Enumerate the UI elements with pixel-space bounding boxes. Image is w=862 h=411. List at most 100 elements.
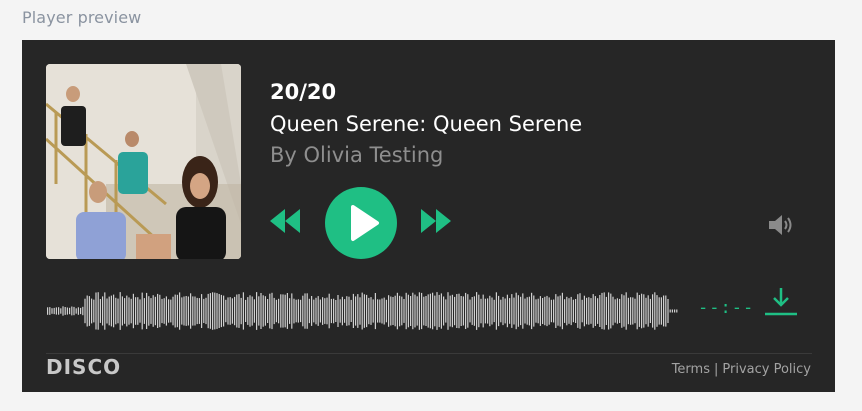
waveform-bar xyxy=(330,298,332,324)
waveform-bar xyxy=(150,298,152,324)
waveform-bar xyxy=(185,296,187,326)
waveform-bar xyxy=(286,293,288,329)
waveform-bar xyxy=(280,294,282,328)
waveform-bar xyxy=(407,294,409,328)
track-title: Queen Serene: Queen Serene xyxy=(270,112,583,136)
fast-forward-icon xyxy=(421,209,451,233)
waveform-bar xyxy=(559,295,561,327)
waveform-bar xyxy=(322,297,324,325)
waveform-bar xyxy=(113,294,115,328)
waveform-bar xyxy=(612,296,614,326)
waveform-bar xyxy=(128,297,130,325)
waveform-bar xyxy=(260,293,262,329)
waveform-bar xyxy=(75,308,77,314)
waveform-bar xyxy=(383,297,385,325)
waveform-bar xyxy=(249,295,251,327)
waveform-bar xyxy=(148,296,150,326)
waveform-bar xyxy=(542,298,544,324)
waveform-bar xyxy=(291,293,293,329)
waveform-bar xyxy=(564,299,566,323)
waveform-bar xyxy=(625,292,627,330)
waveform-bar xyxy=(663,295,665,327)
waveform-bar xyxy=(414,294,416,328)
waveform-bar xyxy=(238,294,240,328)
audio-player: 20/20 Queen Serene: Queen Serene By Oliv… xyxy=(22,40,835,392)
waveform-bar xyxy=(361,292,363,330)
waveform-bar xyxy=(69,307,71,315)
waveform-bar xyxy=(319,299,321,323)
waveform-bar xyxy=(610,293,612,329)
waveform-bar xyxy=(491,297,493,325)
waveform-bar xyxy=(64,307,66,315)
waveform-bar xyxy=(445,299,447,323)
waveform-bar xyxy=(240,297,242,325)
waveform-bar xyxy=(458,293,460,329)
waveform-bar xyxy=(594,296,596,326)
waveform-bar xyxy=(258,296,260,326)
waveform-bar xyxy=(201,294,203,328)
waveform-bar xyxy=(223,295,225,327)
privacy-policy-link[interactable]: Privacy Policy xyxy=(722,362,811,377)
waveform-bar xyxy=(95,292,97,330)
waveform-bar xyxy=(480,298,482,324)
time-display: --:-- xyxy=(698,298,755,318)
waveform-bar xyxy=(566,296,568,326)
waveform-bar xyxy=(592,294,594,328)
waveform-bar xyxy=(245,299,247,322)
waveform-bar xyxy=(229,297,231,325)
waveform-bar xyxy=(482,294,484,328)
waveform-bar xyxy=(55,307,57,315)
waveform-bar xyxy=(438,294,440,328)
waveform-bar xyxy=(313,299,315,323)
waveform-bar xyxy=(623,295,625,327)
volume-button[interactable] xyxy=(768,214,796,236)
download-button[interactable] xyxy=(764,287,798,317)
track-artist: By Olivia Testing xyxy=(270,143,444,167)
waveform-bar xyxy=(256,292,258,330)
waveform-bar xyxy=(427,294,429,328)
waveform-bar xyxy=(601,292,603,330)
rewind-button[interactable] xyxy=(269,208,301,234)
waveform-bar xyxy=(161,298,163,324)
waveform-bar xyxy=(520,296,522,326)
waveform-bar xyxy=(335,300,337,322)
fast-forward-button[interactable] xyxy=(420,208,452,234)
waveform-bar xyxy=(273,297,275,325)
album-art xyxy=(46,64,241,259)
waveform-bar xyxy=(251,296,253,326)
waveform-bar xyxy=(324,298,326,324)
waveform-bar xyxy=(630,297,632,325)
disco-logo: DISCO xyxy=(46,355,122,379)
waveform-bar xyxy=(509,298,511,324)
waveform-bar xyxy=(174,294,176,328)
waveform-bar xyxy=(454,296,456,326)
waveform-bar xyxy=(434,295,436,327)
waveform-bar xyxy=(476,292,478,330)
waveform-bar xyxy=(467,294,469,328)
waveform-bar xyxy=(341,296,343,326)
waveform-bar xyxy=(603,292,605,330)
waveform-seek-bar[interactable] xyxy=(46,290,678,332)
waveform-bar xyxy=(282,294,284,328)
waveform-bar xyxy=(163,298,165,324)
waveform-bar xyxy=(82,306,84,316)
waveform-bar xyxy=(104,292,106,330)
waveform-bar xyxy=(194,296,196,326)
waveform-bar xyxy=(462,296,464,326)
waveform-bar xyxy=(634,298,636,324)
waveform-bar xyxy=(667,299,669,323)
waveform-bar xyxy=(236,294,238,328)
waveform-bar xyxy=(146,292,148,329)
waveform-bar xyxy=(616,298,618,324)
waveform-bar xyxy=(410,296,412,326)
waveform-bar xyxy=(168,299,170,323)
section-title: Player preview xyxy=(22,8,142,27)
waveform-bar xyxy=(262,295,264,327)
waveform-bar xyxy=(599,295,601,327)
terms-link[interactable]: Terms xyxy=(672,362,710,377)
play-button[interactable] xyxy=(325,187,397,259)
waveform-bar xyxy=(502,296,504,326)
waveform-bar xyxy=(91,298,93,324)
waveform-bar xyxy=(537,298,539,324)
waveform-bar xyxy=(401,296,403,326)
